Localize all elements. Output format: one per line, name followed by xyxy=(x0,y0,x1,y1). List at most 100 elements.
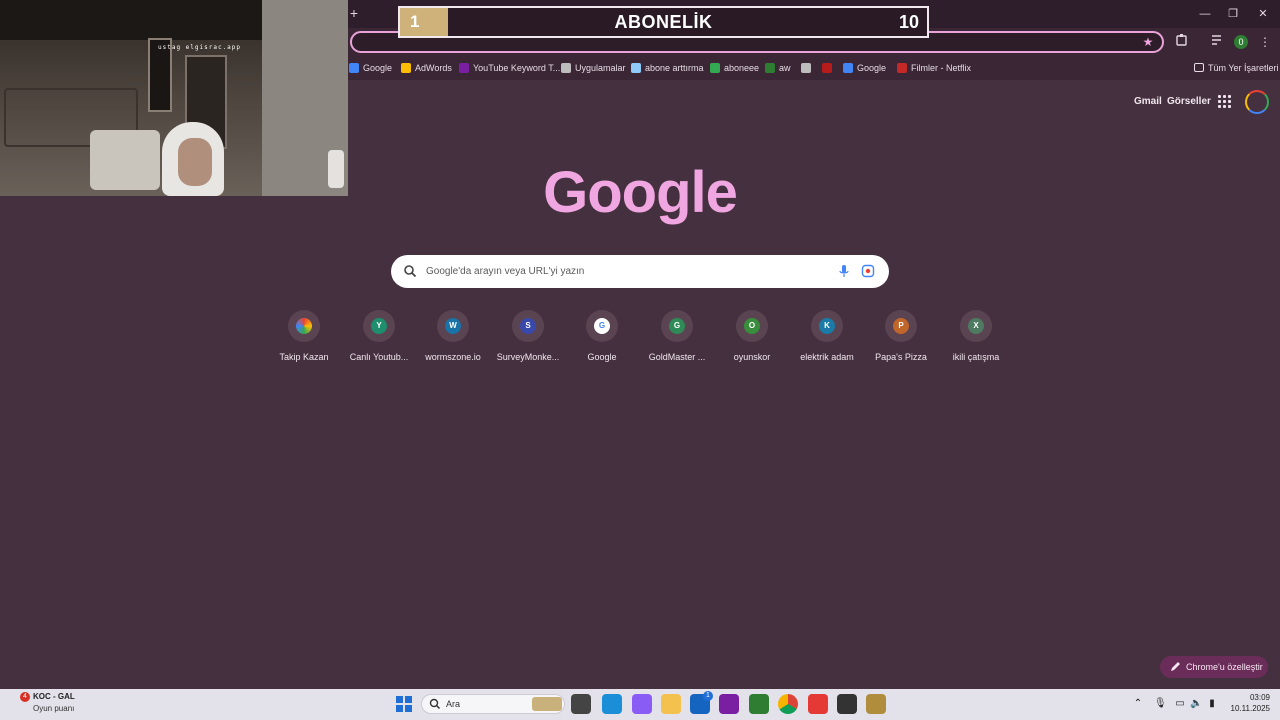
shortcut-tile[interactable]: P Papa's Pizza xyxy=(863,310,939,370)
chevron-up-icon[interactable]: ⌃ xyxy=(1132,698,1144,710)
bookmark-item[interactable]: YouTube Keyword T... xyxy=(459,60,560,76)
webcam-overlay: ustag elgisrac.app xyxy=(0,0,348,196)
search-icon xyxy=(404,265,417,278)
shortcut-favicon-icon: K xyxy=(819,318,835,334)
bookmark-favicon-icon xyxy=(631,62,641,73)
bookmark-item[interactable]: aw xyxy=(765,60,791,76)
google-logo: Google xyxy=(543,160,738,225)
bookmark-item[interactable]: Filmler - Netflix xyxy=(897,60,971,76)
shortcut-tile[interactable]: S SurveyMonke... xyxy=(490,310,566,370)
widget-title: KOC - GAL xyxy=(33,692,75,701)
customize-label: Chrome'u özelleştir xyxy=(1186,662,1263,672)
bookmark-label: Google xyxy=(363,63,393,73)
shortcut-favicon-icon: S xyxy=(520,318,536,334)
bookmark-favicon-icon xyxy=(710,62,720,73)
all-bookmarks-label: Tüm Yer İşaretleri xyxy=(1208,63,1279,73)
shortcut-label: elektrik adam xyxy=(800,352,854,362)
media-control-icon[interactable] xyxy=(1208,33,1226,51)
extensions-icon[interactable] xyxy=(1173,33,1191,51)
network-icon[interactable]: ▭ xyxy=(1174,698,1186,710)
microphone-icon[interactable]: 🎙 xyxy=(1154,698,1167,710)
bookmark-label: aboneee xyxy=(724,63,760,73)
shortcut-label: oyunskor xyxy=(733,352,771,362)
search-box[interactable]: Google'da arayın veya URL'yi yazın xyxy=(391,255,889,288)
bookmark-item[interactable]: Google xyxy=(349,60,392,76)
microphone-icon[interactable] xyxy=(837,264,851,278)
taskbar-search-label: Ara xyxy=(446,699,461,709)
google-apps-icon[interactable] xyxy=(1218,95,1232,109)
gmail-link[interactable]: Gmail xyxy=(1134,96,1162,107)
shortcut-tile[interactable]: Takip Kazan xyxy=(266,310,342,370)
account-avatar[interactable] xyxy=(1245,90,1269,114)
maximize-button[interactable]: ❐ xyxy=(1224,6,1242,22)
bookmark-item[interactable]: aboneee xyxy=(710,60,759,76)
bookmark-item[interactable]: Uygulamalar xyxy=(561,60,626,76)
pencil-icon xyxy=(1171,662,1180,671)
bookmark-label: YouTube Keyword T... xyxy=(473,63,561,73)
search-icon xyxy=(429,698,441,710)
subscription-title: ABONELİK xyxy=(614,12,713,32)
shortcut-label: SurveyMonke... xyxy=(496,352,560,362)
taskbar-app-xbox-icon[interactable] xyxy=(749,694,769,714)
shortcut-tile[interactable]: G GoldMaster ... xyxy=(639,310,715,370)
taskbar-app-app-purple-icon[interactable] xyxy=(719,694,739,714)
widget-subtitle: Oyun puanı xyxy=(33,704,75,713)
shortcut-tile[interactable]: Y Canlı Youtub... xyxy=(341,310,417,370)
customize-chrome-button[interactable]: Chrome'u özelleştir xyxy=(1160,656,1268,678)
bookmark-favicon-icon xyxy=(897,62,907,73)
shortcut-label: GoldMaster ... xyxy=(648,352,706,362)
taskbar-search[interactable]: Ara xyxy=(421,694,565,714)
all-bookmarks-button[interactable]: Tüm Yer İşaretleri xyxy=(1194,60,1279,76)
bookmark-item[interactable]: abone arttırma xyxy=(631,60,704,76)
taskbar-app-app-dark-icon[interactable] xyxy=(837,694,857,714)
shortcut-tile[interactable]: Wwormszone.io xyxy=(415,310,491,370)
taskbar-app-store-icon[interactable]: 1 xyxy=(690,691,713,714)
bookmark-item[interactable] xyxy=(822,60,836,76)
minimize-button[interactable]: — xyxy=(1196,6,1214,22)
shortcut-label: Canlı Youtub... xyxy=(349,352,409,362)
taskbar-app-youtube-icon[interactable] xyxy=(808,694,828,714)
shortcut-favicon-icon: G xyxy=(669,318,685,334)
webcam-watermark: ustag elgisrac.app xyxy=(158,44,242,51)
menu-kebab-icon[interactable]: ⋮ xyxy=(1256,33,1274,51)
system-clock[interactable]: 03:09 10.11.2025 xyxy=(1222,692,1270,714)
taskbar-app-chrome-icon[interactable] xyxy=(778,694,798,714)
bookmark-item[interactable]: Google xyxy=(843,60,886,76)
shortcut-label: ikili çatışma xyxy=(952,352,1000,362)
bookmark-favicon-icon xyxy=(561,62,571,73)
images-link[interactable]: Görseller xyxy=(1167,96,1211,107)
bookmark-favicon-icon xyxy=(401,62,411,73)
google-lens-icon[interactable] xyxy=(861,264,875,278)
bookmark-label: aw xyxy=(779,63,791,73)
subscription-goal: 10 xyxy=(898,12,919,32)
new-tab-button[interactable]: + xyxy=(346,4,362,22)
widgets-button[interactable]: 4 KOC - GAL Oyun puanı xyxy=(20,692,140,718)
bookmark-favicon-icon xyxy=(843,62,853,73)
subscription-count: 1 xyxy=(400,8,448,36)
taskbar-app-file-explorer-icon[interactable] xyxy=(661,694,681,714)
shortcut-favicon-icon: G xyxy=(594,318,610,334)
bookmark-label: Google xyxy=(857,63,887,73)
bookmark-star-icon[interactable]: ★ xyxy=(1139,33,1157,51)
shortcut-favicon-icon: W xyxy=(445,318,461,334)
shortcut-tile[interactable]: Xikili çatışma xyxy=(938,310,1014,370)
battery-icon[interactable]: ▮ xyxy=(1206,698,1218,710)
bookmark-item[interactable] xyxy=(801,60,815,76)
taskbar-app-task-view-icon[interactable] xyxy=(571,694,591,714)
taskbar-app-edge-icon[interactable] xyxy=(602,694,622,714)
profile-avatar[interactable]: 0 xyxy=(1234,35,1248,49)
shortcut-favicon-icon xyxy=(296,318,312,334)
shortcut-tile[interactable]: Ooyunskor xyxy=(714,310,790,370)
shortcut-label: wormszone.io xyxy=(425,352,481,362)
shortcut-tile[interactable]: Kelektrik adam xyxy=(789,310,865,370)
shortcut-tile[interactable]: G Google xyxy=(564,310,640,370)
windows-start-icon[interactable] xyxy=(396,696,412,712)
taskbar-app-league-icon[interactable] xyxy=(866,694,886,714)
close-button[interactable]: ✕ xyxy=(1254,6,1272,22)
taskbar-app-copilot-icon[interactable] xyxy=(632,694,652,714)
speaker-icon[interactable]: 🔈 xyxy=(1190,698,1202,710)
bookmark-item[interactable]: AdWords xyxy=(401,60,452,76)
shortcut-label: Takip Kazan xyxy=(279,352,329,362)
bookmark-favicon-icon xyxy=(459,62,469,73)
bookmark-favicon-icon xyxy=(801,62,811,73)
